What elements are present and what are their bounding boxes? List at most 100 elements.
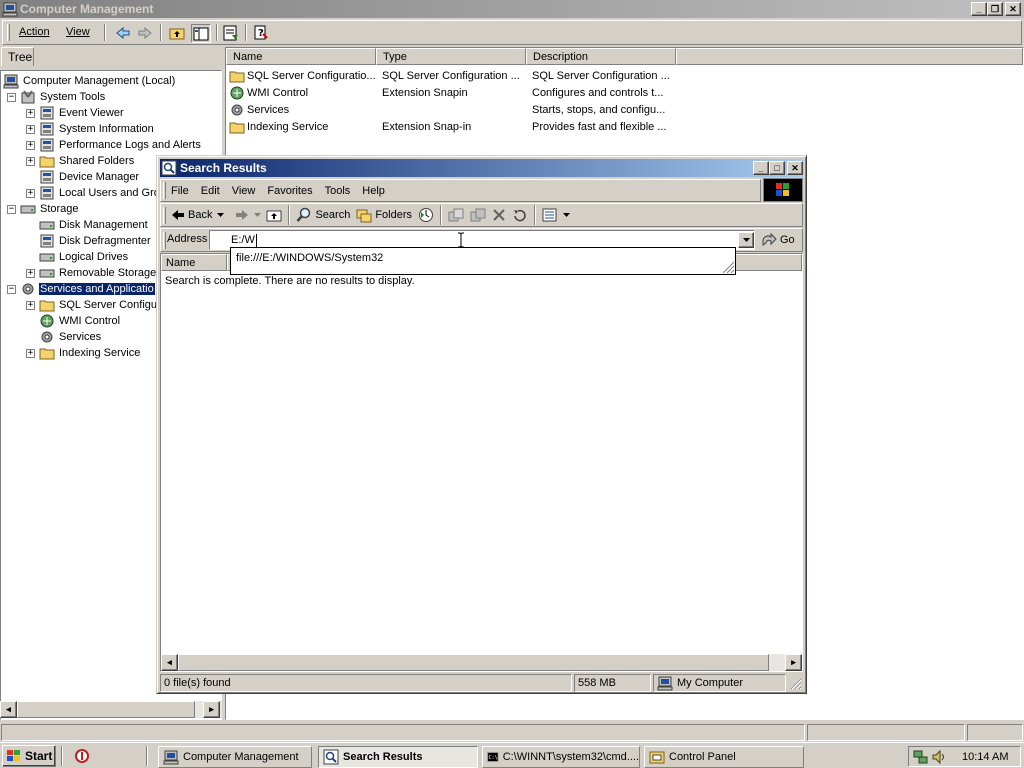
delete-button[interactable] bbox=[489, 204, 509, 226]
undo-button[interactable] bbox=[509, 204, 531, 226]
column-header-type[interactable]: Type bbox=[376, 48, 526, 65]
menu-view[interactable]: View bbox=[66, 26, 90, 38]
tree-item[interactable]: Computer Management (Local) bbox=[3, 73, 176, 89]
history-button[interactable] bbox=[415, 204, 437, 226]
search-column-name[interactable]: Name bbox=[161, 254, 227, 271]
tree-tab[interactable]: Tree bbox=[1, 47, 34, 66]
tree-item[interactable]: WMI Control bbox=[26, 313, 121, 329]
menu-tools[interactable]: Tools bbox=[319, 182, 357, 200]
tree-item[interactable]: + Removable Storage bbox=[26, 265, 157, 281]
search-button[interactable]: Search bbox=[293, 204, 353, 226]
expand-icon[interactable]: + bbox=[26, 108, 35, 118]
menu-action[interactable]: Action bbox=[19, 26, 50, 38]
quicklaunch-app-icon[interactable] bbox=[74, 748, 90, 767]
go-button[interactable]: Go bbox=[761, 232, 795, 248]
tree-scroll-thumb[interactable] bbox=[17, 701, 195, 718]
clock[interactable]: 10:14 AM bbox=[962, 751, 1008, 763]
export-list-icon[interactable] bbox=[223, 25, 239, 44]
forward-arrow-icon[interactable] bbox=[137, 25, 153, 44]
search-scroll-thumb[interactable] bbox=[178, 654, 769, 671]
tree-item[interactable]: + Local Users and Gro bbox=[26, 185, 161, 201]
column-header-name[interactable]: Name bbox=[226, 48, 376, 65]
views-button[interactable] bbox=[539, 204, 573, 226]
expand-icon[interactable]: + bbox=[26, 124, 35, 134]
show-hide-tree-icon[interactable] bbox=[191, 24, 211, 43]
taskbar-button-computer-management[interactable]: Computer Management bbox=[158, 746, 312, 768]
tree-item[interactable]: + Indexing Service bbox=[26, 345, 141, 361]
autocomplete-resize-grip[interactable] bbox=[721, 260, 735, 274]
taskbar-button-cmd[interactable]: C:\ C:\WINNT\system32\cmd.... bbox=[482, 746, 640, 768]
mmc-restore-button[interactable]: ❐ bbox=[987, 2, 1003, 16]
tree-item-label: Local Users and Gro bbox=[59, 187, 160, 199]
up-one-level-icon[interactable] bbox=[169, 25, 185, 44]
mmc-titlebar[interactable]: Computer Management _ ❐ ✕ bbox=[0, 0, 1024, 18]
back-arrow-icon[interactable] bbox=[115, 25, 131, 44]
address-dropdown-button[interactable] bbox=[738, 232, 754, 248]
tree-item[interactable]: Disk Defragmenter bbox=[26, 233, 152, 249]
expand-icon[interactable]: + bbox=[26, 156, 35, 166]
search-minimize-button[interactable]: _ bbox=[753, 161, 769, 175]
expand-icon[interactable]: + bbox=[26, 348, 35, 358]
table-row[interactable]: WMI Control Extension Snapin Configures an… bbox=[226, 85, 1023, 102]
collapse-icon[interactable]: − bbox=[7, 284, 16, 294]
table-row[interactable]: SQL Server Configuratio... SQL Server Con… bbox=[226, 68, 1023, 85]
taskbar-button-search-results[interactable]: Search Results bbox=[318, 746, 478, 768]
tree-item[interactable]: + Shared Folders bbox=[26, 153, 135, 169]
tree-item[interactable]: Device Manager bbox=[26, 169, 140, 185]
folders-button[interactable]: Folders bbox=[353, 204, 415, 226]
menu-view[interactable]: View bbox=[226, 182, 262, 200]
tree-scroll-right-button[interactable]: ▸ bbox=[203, 701, 220, 718]
tree-item[interactable]: − Services and Applicatio bbox=[7, 281, 155, 297]
forward-button[interactable] bbox=[232, 204, 252, 226]
taskbar-button-control-panel[interactable]: Control Panel bbox=[644, 746, 804, 768]
start-button[interactable]: Start bbox=[2, 745, 56, 767]
search-scroll-right-button[interactable]: ▸ bbox=[785, 654, 802, 671]
tree-hscrollbar[interactable]: ◂ ▸ bbox=[0, 701, 222, 718]
network-tray-icon[interactable] bbox=[913, 749, 929, 768]
expand-icon[interactable]: + bbox=[26, 188, 35, 198]
table-row[interactable]: Services Starts, stops, and configu... bbox=[226, 102, 1023, 119]
tree-item[interactable]: + System Information bbox=[26, 121, 155, 137]
up-folder-button[interactable] bbox=[263, 204, 285, 226]
expand-icon[interactable]: + bbox=[26, 300, 35, 310]
column-header-description[interactable]: Description bbox=[526, 48, 676, 65]
menu-edit[interactable]: Edit bbox=[195, 182, 226, 200]
tree-item[interactable]: Disk Management bbox=[26, 217, 149, 233]
copy-to-button[interactable] bbox=[467, 204, 489, 226]
tree-item[interactable]: Services bbox=[26, 329, 102, 345]
menu-file[interactable]: File bbox=[165, 182, 195, 200]
help-icon[interactable]: ? bbox=[253, 25, 269, 44]
menu-favorites[interactable]: Favorites bbox=[261, 182, 318, 200]
size-grip-icon[interactable] bbox=[789, 677, 802, 690]
tree-scroll-left-button[interactable]: ◂ bbox=[0, 701, 17, 718]
folder-icon bbox=[39, 153, 55, 169]
mmc-close-button[interactable]: ✕ bbox=[1005, 2, 1021, 16]
search-maximize-button[interactable]: □ bbox=[769, 161, 785, 175]
back-dropdown[interactable] bbox=[215, 204, 226, 226]
autocomplete-item[interactable]: file:///E:/WINDOWS/System32 bbox=[236, 252, 383, 264]
folder-icon bbox=[39, 297, 55, 313]
expand-icon[interactable]: + bbox=[26, 140, 35, 150]
search-scroll-left-button[interactable]: ◂ bbox=[161, 654, 178, 671]
tree-item[interactable]: + SQL Server Configu bbox=[26, 297, 158, 313]
collapse-icon[interactable]: − bbox=[7, 92, 16, 102]
mmc-minimize-button[interactable]: _ bbox=[971, 2, 987, 16]
tree-item[interactable]: Logical Drives bbox=[26, 249, 129, 265]
volume-tray-icon[interactable] bbox=[931, 749, 947, 768]
collapse-icon[interactable]: − bbox=[7, 204, 16, 214]
tree-item[interactable]: + Performance Logs and Alerts bbox=[26, 137, 202, 153]
forward-dropdown[interactable] bbox=[252, 204, 263, 226]
search-hscrollbar[interactable]: ◂ ▸ bbox=[161, 654, 802, 671]
move-to-button[interactable] bbox=[445, 204, 467, 226]
tree-item[interactable]: − Storage bbox=[7, 201, 80, 217]
search-titlebar[interactable]: Search Results _ □ ✕ bbox=[160, 159, 803, 177]
back-button[interactable]: Back bbox=[168, 204, 215, 226]
table-row[interactable]: Indexing Service Extension Snap-in Provide… bbox=[226, 119, 1023, 136]
expand-icon[interactable]: + bbox=[26, 268, 35, 278]
search-close-button[interactable]: ✕ bbox=[787, 161, 803, 175]
tree-item[interactable]: − System Tools bbox=[7, 89, 106, 105]
search-results-area[interactable]: Name Search is complete. There are no re… bbox=[160, 253, 803, 672]
tree-item[interactable]: + Event Viewer bbox=[26, 105, 125, 121]
tree-item-label: Device Manager bbox=[59, 171, 140, 183]
menu-help[interactable]: Help bbox=[356, 182, 391, 200]
